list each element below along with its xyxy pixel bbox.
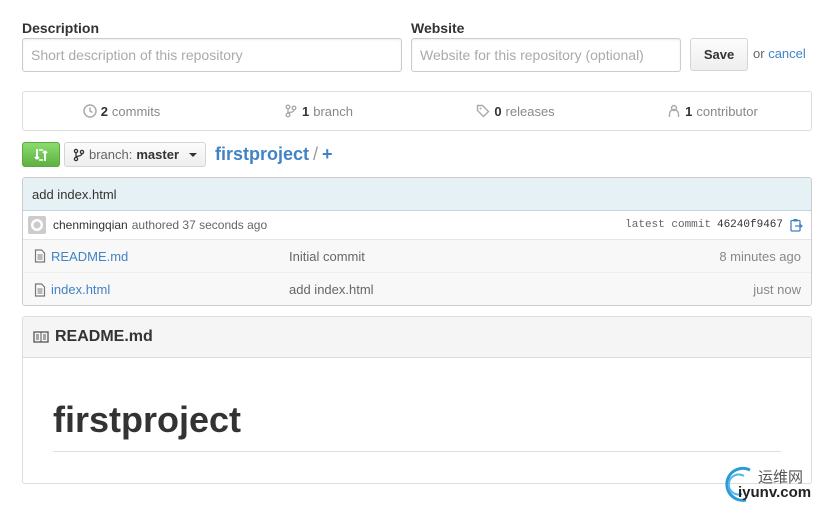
commit-authored-time: authored 37 seconds ago (131, 218, 268, 232)
file-text-icon (34, 282, 46, 297)
clipboard-icon[interactable] (789, 218, 803, 232)
file-commit-message[interactable]: add index.html (289, 282, 753, 297)
breadcrumb: firstproject / + (215, 144, 333, 165)
commits-stat[interactable]: 2 commits (23, 92, 220, 130)
website-input[interactable] (411, 38, 681, 72)
compare-button[interactable] (22, 142, 60, 167)
compare-icon (34, 148, 48, 161)
description-label: Description (22, 20, 100, 36)
commits-label: commits (111, 103, 161, 119)
description-input[interactable] (22, 38, 402, 72)
releases-label: releases (505, 103, 555, 119)
file-row[interactable]: index.html add index.html just now (23, 273, 811, 305)
readme-title: README.md (55, 328, 153, 345)
readme-panel: README.md firstproject (22, 316, 812, 484)
file-table: add index.html chenmingqian authored 37 … (22, 177, 812, 306)
octocat-icon (31, 219, 43, 231)
file-commit-message[interactable]: Initial commit (289, 249, 719, 264)
repo-summary: 2 commits 1 branch 0 releases 1 contribu… (22, 91, 812, 131)
file-age: 8 minutes ago (719, 248, 801, 264)
watermark-en: iyunv.com (738, 484, 812, 501)
branch-name: master (136, 147, 180, 162)
branch-icon (73, 148, 85, 161)
commit-meta: chenmingqian authored 37 seconds ago lat… (23, 211, 811, 240)
breadcrumb-separator: / (313, 144, 319, 164)
file-age: just now (753, 282, 801, 297)
branch-stat[interactable]: 1 branch (220, 92, 417, 130)
branch-count: 1 (302, 103, 310, 119)
contributor-stat[interactable]: 1 contributor (614, 92, 811, 130)
contributor-count: 1 (685, 103, 693, 119)
releases-stat[interactable]: 0 releases (417, 92, 614, 130)
chevron-down-icon (189, 152, 198, 157)
book-icon (33, 331, 49, 343)
tag-icon (477, 104, 490, 118)
branch-selector[interactable]: branch: master (64, 142, 206, 167)
organization-icon (668, 104, 680, 117)
readme-header: README.md (23, 317, 811, 358)
commits-count: 2 (100, 103, 108, 119)
contributor-label: contributor (696, 103, 758, 119)
latest-commit-label: latest commit (625, 219, 711, 231)
save-button[interactable]: Save (690, 38, 748, 71)
commit-message[interactable]: add index.html (23, 178, 811, 211)
website-label: Website (411, 20, 465, 36)
branch-label: branch (313, 103, 353, 119)
branch-icon (285, 104, 297, 118)
or-text: or (753, 46, 765, 61)
cancel-link[interactable]: cancel (768, 46, 806, 61)
watermark-logo: 运维网 iyunv.com (716, 462, 816, 508)
or-cancel: or cancel (753, 46, 806, 61)
file-text-icon (34, 249, 46, 263)
commit-author[interactable]: chenmingqian (53, 218, 128, 232)
history-icon (82, 104, 97, 118)
avatar[interactable] (28, 216, 46, 234)
readme-heading: firstproject (53, 399, 242, 440)
releases-count: 0 (494, 103, 502, 119)
repo-name-link[interactable]: firstproject (215, 144, 309, 164)
file-name-link[interactable]: README.md (51, 249, 289, 264)
branch-prefix: branch: (89, 147, 133, 162)
file-name-link[interactable]: index.html (51, 282, 289, 297)
divider (53, 451, 781, 452)
commit-sha[interactable]: 46240f9467 (717, 219, 783, 231)
add-file-button[interactable]: + (322, 144, 333, 164)
file-row[interactable]: README.md Initial commit 8 minutes ago (23, 240, 811, 273)
